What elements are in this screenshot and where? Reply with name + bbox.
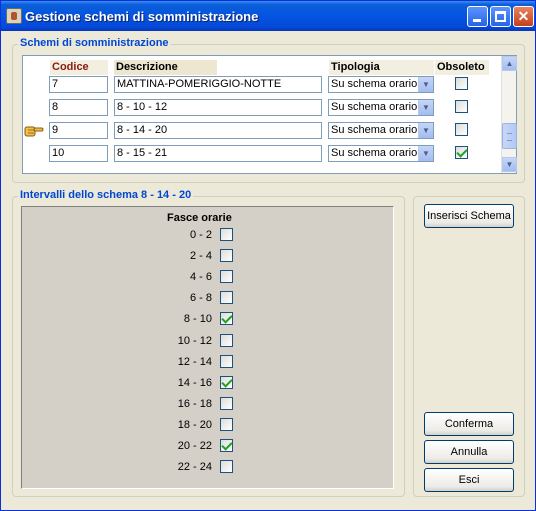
close-button[interactable]: ✕ (513, 6, 534, 27)
tipologia-value: Su schema orario (331, 124, 418, 136)
maximize-button[interactable] (490, 6, 511, 27)
scroll-up-icon[interactable]: ▲ (502, 56, 517, 71)
fascia-label: 0 - 2 (189, 229, 212, 241)
inserisci-schema-button[interactable]: Inserisci Schema (424, 204, 514, 228)
fascia-label: 12 - 14 (177, 356, 212, 368)
fascia-checkbox[interactable] (220, 397, 233, 410)
tipologia-select[interactable]: Su schema orario ▼ (328, 99, 434, 116)
fascia-checkbox[interactable] (220, 312, 233, 325)
header-tipologia[interactable]: Tipologia (329, 60, 434, 75)
obsoleto-checkbox[interactable] (455, 146, 468, 159)
tipologia-select[interactable]: Su schema orario ▼ (328, 122, 434, 139)
descrizione-field[interactable]: 8 - 15 - 21 (114, 145, 322, 162)
obsoleto-checkbox[interactable] (455, 77, 468, 90)
esci-button[interactable]: Esci (424, 468, 514, 492)
fascia-label: 22 - 24 (177, 461, 212, 473)
tipologia-value: Su schema orario (331, 78, 418, 90)
tipologia-value: Su schema orario (331, 101, 418, 113)
minimize-button[interactable] (467, 6, 488, 27)
fascia-label: 18 - 20 (177, 419, 212, 431)
codice-field[interactable]: 10 (49, 145, 108, 162)
conferma-button[interactable]: Conferma (424, 412, 514, 436)
fascia-label: 20 - 22 (177, 440, 212, 452)
title-bar[interactable]: Gestione schemi di somministrazione ✕ (1, 1, 535, 31)
fascia-checkbox[interactable] (220, 376, 233, 389)
fascia-checkbox[interactable] (220, 249, 233, 262)
chevron-down-icon[interactable]: ▼ (418, 146, 433, 161)
scroll-down-icon[interactable]: ▼ (502, 157, 517, 172)
fascia-label: 2 - 4 (189, 250, 212, 262)
fasce-orarie-title: Fasce orarie (167, 212, 232, 224)
chevron-down-icon[interactable]: ▼ (418, 77, 433, 92)
obsoleto-checkbox[interactable] (455, 100, 468, 113)
tipologia-select[interactable]: Su schema orario ▼ (328, 145, 434, 162)
header-descrizione[interactable]: Descrizione (114, 60, 217, 75)
descrizione-field[interactable]: 8 - 14 - 20 (114, 122, 322, 139)
tipologia-value: Su schema orario (331, 147, 418, 159)
close-icon: ✕ (517, 8, 530, 24)
fascia-label: 16 - 18 (177, 398, 212, 410)
descrizione-field[interactable]: MATTINA-POMERIGGIO-NOTTE (114, 76, 322, 93)
fascia-checkbox[interactable] (220, 228, 233, 241)
maximize-icon (495, 11, 506, 22)
fascia-checkbox[interactable] (220, 270, 233, 283)
fascia-checkbox[interactable] (220, 334, 233, 347)
fascia-checkbox[interactable] (220, 291, 233, 304)
main-window: Gestione schemi di somministrazione ✕ Sc… (0, 0, 536, 511)
fasce-panel: Fasce orarie 0 - 2 2 - 4 4 - 6 6 - 8 8 - 10 1… (21, 206, 394, 489)
minimize-icon (473, 19, 481, 22)
header-obsoleto[interactable]: Obsoleto (435, 60, 489, 75)
fascia-checkbox[interactable] (220, 439, 233, 452)
schemi-grid: Codice Descrizione Tipologia Obsoleto 7M… (22, 55, 517, 174)
window-title: Gestione schemi di somministrazione (25, 9, 259, 24)
codice-field[interactable]: 9 (49, 122, 108, 139)
codice-field[interactable]: 7 (49, 76, 108, 93)
fascia-checkbox[interactable] (220, 460, 233, 473)
app-icon[interactable] (6, 8, 22, 24)
fascia-label: 8 - 10 (183, 313, 212, 325)
schemi-scrollbar[interactable]: ▲ ▼ (501, 56, 517, 173)
fascia-checkbox[interactable] (220, 418, 233, 431)
tipologia-select[interactable]: Su schema orario ▼ (328, 76, 434, 93)
fascia-label: 14 - 16 (177, 377, 212, 389)
fascia-label: 10 - 12 (177, 335, 212, 347)
fascia-label: 4 - 6 (189, 271, 212, 283)
chevron-down-icon[interactable]: ▼ (418, 100, 433, 115)
current-row-pointer-icon (24, 126, 44, 137)
fascia-label: 6 - 8 (189, 292, 212, 304)
schemi-group-label: Schemi di somministrazione (18, 37, 171, 49)
codice-field[interactable]: 8 (49, 99, 108, 116)
obsoleto-checkbox[interactable] (455, 123, 468, 136)
descrizione-field[interactable]: 8 - 10 - 12 (114, 99, 322, 116)
scroll-thumb[interactable] (502, 123, 517, 149)
chevron-down-icon[interactable]: ▼ (418, 123, 433, 138)
fascia-checkbox[interactable] (220, 355, 233, 368)
header-codice[interactable]: Codice (50, 60, 108, 75)
intervalli-group-label: Intervalli dello schema 8 - 14 - 20 (18, 189, 194, 201)
annulla-button[interactable]: Annulla (424, 440, 514, 464)
